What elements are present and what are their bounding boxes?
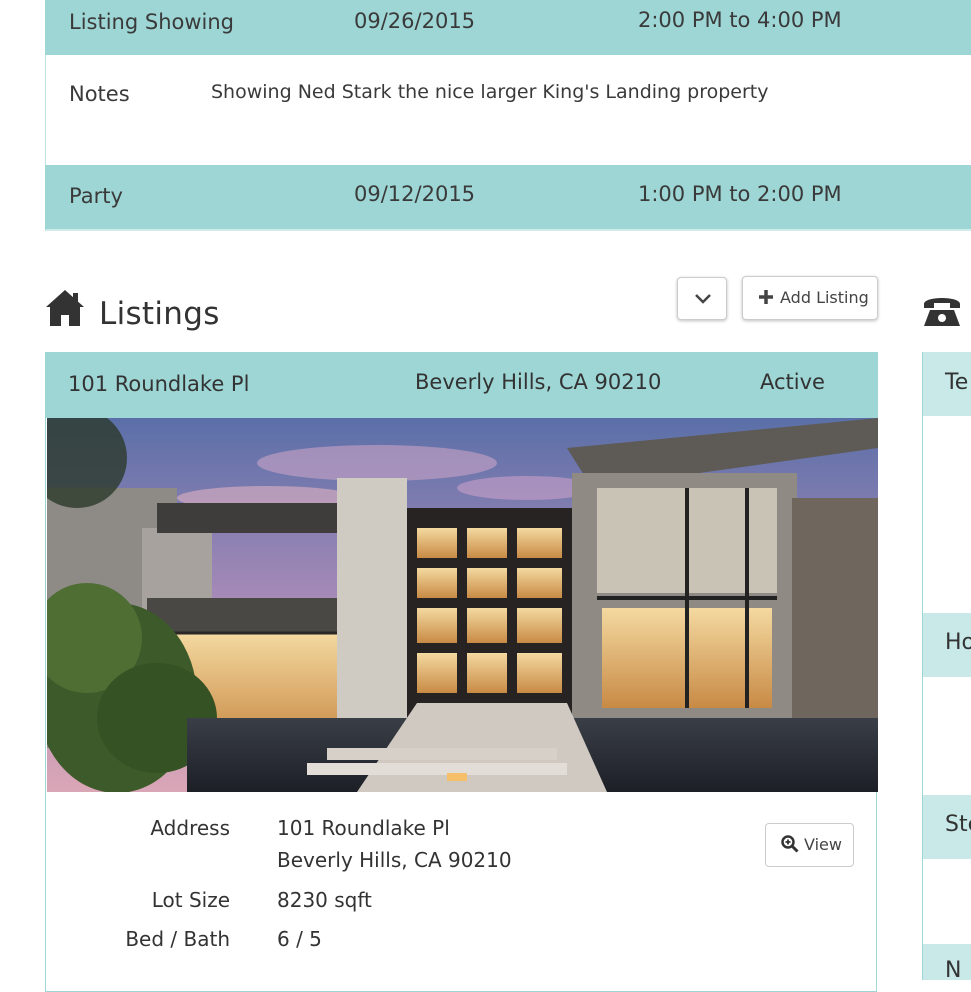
lot-size-label: Lot Size [151,888,230,912]
lot-size-value: 8230 sqft [277,888,372,912]
event-type: Listing Showing [69,10,234,34]
contact-row[interactable]: Te [922,352,971,416]
contact-row-label: Te [945,370,969,395]
contacts-panel: Te Ho Ste N [922,280,971,983]
contact-row[interactable]: N [922,944,971,983]
bed-bath-label: Bed / Bath [125,927,230,951]
plus-icon [759,290,773,304]
event-notes: Notes Showing Ned Stark the nice larger … [45,55,971,165]
contact-row-label: Ste [945,812,971,837]
listing-city: Beverly Hills, CA 90210 [415,370,662,394]
contact-body [922,416,971,613]
view-button[interactable]: View [765,823,854,867]
add-listing-button[interactable]: Add Listing [742,276,878,320]
listing-photo[interactable] [47,418,878,792]
house-icon [46,290,84,326]
address-line1: 101 Roundlake Pl [277,816,450,840]
add-listing-label: Add Listing [780,288,869,307]
chevron-down-icon [695,294,711,304]
listings-header: Listings [45,288,345,338]
listing-street: 101 Roundlake Pl [68,372,250,396]
zoom-in-icon [781,835,799,853]
event-type: Party [69,184,123,208]
contact-row[interactable]: Ho [922,613,971,677]
notes-label: Notes [69,82,130,106]
contact-row[interactable]: Ste [922,795,971,859]
event-row-party: Party 09/12/2015 1:00 PM to 2:00 PM [45,165,971,231]
contact-body [922,677,971,795]
contact-row-label: Ho [945,630,971,655]
bed-bath-value: 6 / 5 [277,927,322,951]
event-date: 09/12/2015 [354,182,476,206]
listings-title: Listings [99,296,220,332]
phone-icon [924,298,960,326]
event-date: 09/26/2015 [354,9,476,33]
listing-status: Active [760,370,825,394]
listing-card: 101 Roundlake Pl Beverly Hills, CA 90210… [45,352,878,992]
listing-card-header[interactable]: 101 Roundlake Pl Beverly Hills, CA 90210… [46,352,878,418]
address-line2: Beverly Hills, CA 90210 [277,848,512,872]
collapse-button[interactable] [677,277,727,320]
contact-body [922,859,971,944]
event-time: 2:00 PM to 4:00 PM [638,8,842,32]
event-time: 1:00 PM to 2:00 PM [638,182,842,206]
view-label: View [804,835,842,854]
address-label: Address [150,816,230,840]
event-row-listing-showing: Listing Showing 09/26/2015 2:00 PM to 4:… [45,0,971,55]
notes-text: Showing Ned Stark the nice larger King's… [211,81,769,103]
